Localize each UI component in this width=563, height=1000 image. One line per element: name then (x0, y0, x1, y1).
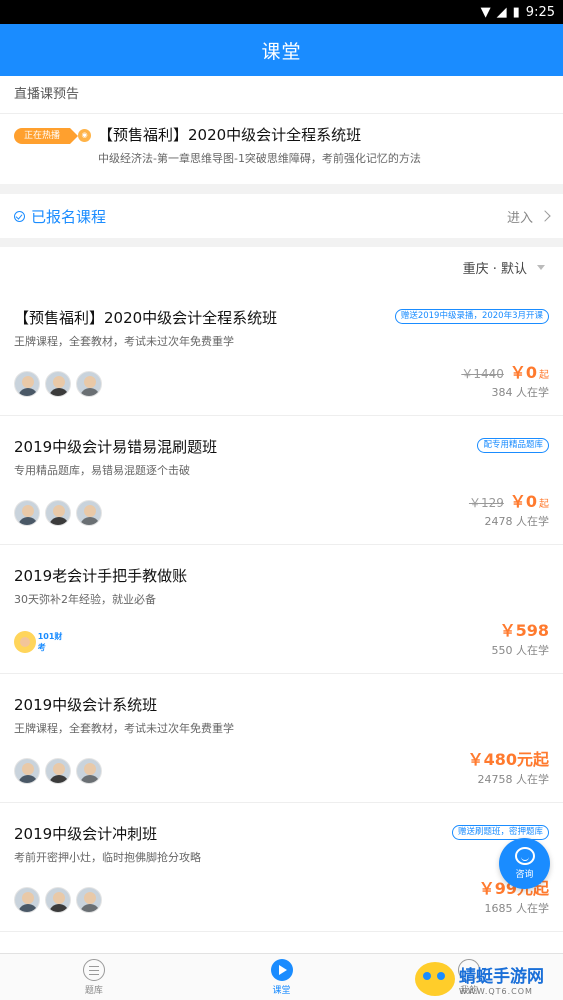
avatar (45, 371, 71, 397)
nav-tab-classroom[interactable]: 课堂 (188, 954, 376, 1000)
status-bar: ▼ ◢ ▮ 9:25 (0, 0, 563, 24)
current-price: ￥0 (509, 363, 537, 382)
dragonfly-logo-icon (415, 962, 455, 996)
enter-label: 进入 (506, 210, 533, 226)
avatar (14, 500, 40, 526)
course-title: 2019中级会计冲刺班 (14, 825, 158, 843)
consult-label: 咨询 (515, 870, 534, 880)
chat-smile-icon (514, 847, 535, 865)
course-tag: 赠送2019中级录播，2020年3月开课 (394, 309, 549, 324)
teacher-avatars (14, 887, 102, 913)
page-title: 课堂 (261, 40, 302, 63)
nav-tab-question-bank[interactable]: 题库 (0, 954, 188, 1000)
signal-icon: ◢ (496, 4, 507, 20)
student-count: 2478 人在学 (484, 515, 550, 528)
watermark-name: 蜻蜓手游网 (459, 967, 544, 987)
current-price: ￥0 (509, 492, 537, 511)
avatar (14, 371, 40, 397)
avatar (76, 371, 102, 397)
teacher-avatars: 101财考 (14, 629, 70, 655)
site-watermark: 蜻蜓手游网 WWW.QT6.COM (415, 958, 563, 1000)
enter-link[interactable]: 进入 (506, 207, 551, 226)
app-bar: 课堂 (0, 24, 563, 76)
course-tag: 赠送刷题班，密押题库 (451, 825, 549, 840)
question-bank-icon (82, 958, 105, 981)
teacher-avatars (14, 371, 102, 397)
course-title: 2019中级会计易错易混刷题班 (14, 438, 218, 456)
nav-label: 题库 (84, 985, 103, 996)
region-sort-filter[interactable]: 重庆 · 默认 (0, 247, 563, 287)
live-indicator-icon: ◉ (78, 129, 91, 142)
course-title: 2019中级会计系统班 (14, 696, 158, 714)
current-price: ￥598 (499, 621, 549, 640)
teacher-avatars (14, 500, 102, 526)
course-desc: 王牌课程，全套教材，考试未过次年免费重学 (14, 722, 234, 735)
price-suffix: 起 (539, 499, 549, 510)
live-course-title: 【预售福利】2020中级会计全程系统班 (98, 126, 362, 144)
price-suffix: 起 (539, 370, 549, 381)
enrolled-courses-row[interactable]: 已报名课程 进入 (0, 194, 563, 238)
watermark-url: WWW.QT6.COM (459, 987, 533, 996)
brand-logo: 101财考 (14, 629, 70, 655)
live-preview-section: 直播课预告 正在热播 ◉ 【预售福利】2020中级会计全程系统班 中级经济法-第… (0, 76, 563, 184)
price-row: ￥480元起 (468, 746, 549, 770)
live-course-desc: 中级经济法-第一章思维导图-1突破思维障碍，考前强化记忆的方法 (98, 152, 421, 165)
course-desc: 考前开密押小灶，临时抱佛脚抢分攻略 (14, 851, 201, 864)
student-count: 384 人在学 (491, 386, 550, 399)
student-count: 1685 人在学 (484, 902, 550, 915)
course-card[interactable]: 2019中级会计易错易混刷题班 专用精品题库，易错易混题逐个击破 配专用精品题库… (0, 416, 563, 545)
course-title: 【预售福利】2020中级会计全程系统班 (14, 309, 278, 327)
course-desc: 30天弥补2年经验，就业必备 (14, 593, 156, 606)
battery-icon: ▮ (512, 4, 520, 20)
live-course-item[interactable]: 正在热播 ◉ 【预售福利】2020中级会计全程系统班 中级经济法-第一章思维导图… (0, 114, 563, 184)
course-title: 2019老会计手把手教做账 (14, 567, 188, 585)
enrolled-courses-label: 已报名课程 (31, 207, 107, 226)
wifi-icon: ▼ (480, 4, 491, 20)
student-count: 550 人在学 (491, 644, 550, 657)
status-time: 9:25 (525, 4, 555, 20)
original-price: ￥1440 (461, 367, 504, 381)
price-row: ￥1440 ￥0 起 (461, 359, 549, 383)
course-card[interactable]: 【预售福利】2020中级会计全程系统班 王牌课程，全套教材，考试未过次年免费重学… (0, 287, 563, 416)
course-desc: 王牌课程，全套教材，考试未过次年免费重学 (14, 335, 234, 348)
course-card[interactable]: 2019中级会计系统班 王牌课程，全套教材，考试未过次年免费重学 ￥480元起 … (0, 674, 563, 803)
course-list-panel: 重庆 · 默认 【预售福利】2020中级会计全程系统班 王牌课程，全套教材，考试… (0, 247, 563, 953)
filter-label: 重庆 · 默认 (462, 261, 527, 277)
avatar (76, 758, 102, 784)
current-price: ￥480元起 (467, 750, 549, 769)
brand-mascot-icon (14, 631, 36, 653)
teacher-avatars (14, 758, 102, 784)
avatar (76, 500, 102, 526)
classroom-play-icon (270, 958, 293, 981)
live-badge: 正在热播 (14, 128, 78, 144)
brand-text: 101财考 (37, 632, 63, 652)
course-card[interactable]: 2019中级会计冲刺班 考前开密押小灶，临时抱佛脚抢分攻略 赠送刷题班，密押题库… (0, 803, 563, 932)
price-row: ￥129 ￥0 起 (469, 488, 549, 512)
course-tag: 配专用精品题库 (477, 438, 549, 453)
avatar (14, 758, 40, 784)
course-desc: 专用精品题库，易错易混题逐个击破 (14, 464, 190, 477)
original-price: ￥129 (468, 496, 504, 510)
avatar (45, 887, 71, 913)
avatar (45, 500, 71, 526)
avatar (76, 887, 102, 913)
price-row: ￥598 (500, 617, 549, 641)
avatar (14, 887, 40, 913)
consult-button[interactable]: 咨询 (499, 838, 550, 889)
nav-label: 课堂 (272, 985, 291, 996)
chevron-right-icon (539, 210, 551, 222)
check-circle-icon (14, 210, 25, 222)
student-count: 24758 人在学 (477, 773, 550, 786)
avatar (45, 758, 71, 784)
course-card[interactable]: 2019老会计手把手教做账 30天弥补2年经验，就业必备 101财考 ￥598 … (0, 545, 563, 674)
live-preview-header: 直播课预告 (0, 76, 563, 114)
dropdown-arrow-icon (537, 264, 545, 270)
watermark-texts: 蜻蜓手游网 WWW.QT6.COM (459, 962, 544, 996)
